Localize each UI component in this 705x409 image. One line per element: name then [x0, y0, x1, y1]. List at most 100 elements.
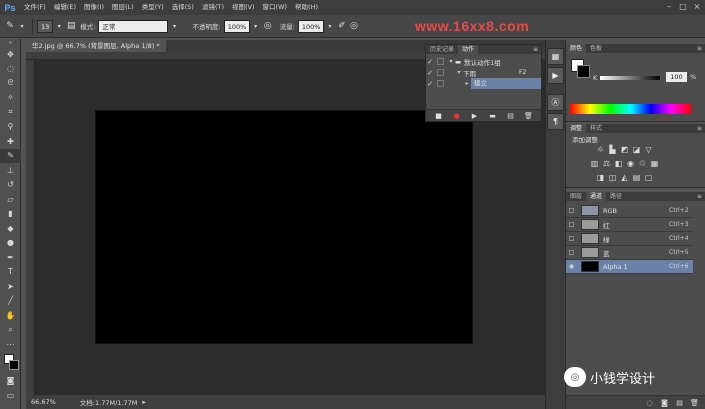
- brightness-icon[interactable]: ☼: [596, 145, 605, 154]
- channel-row-rgb[interactable]: □ RGB Ctrl+2: [566, 204, 693, 218]
- brush-tool-icon[interactable]: ✎: [4, 20, 16, 32]
- quick-select-tool-icon[interactable]: ✧: [0, 91, 21, 106]
- dropdown-arrow-icon[interactable]: ▾: [324, 20, 336, 32]
- eye-icon[interactable]: ◉: [566, 263, 577, 270]
- black-white-icon[interactable]: ◧: [614, 159, 623, 168]
- document-tab[interactable]: 华2.jpg @ 66.7% (背景图层, Alpha 1/8) *: [26, 40, 166, 52]
- collapse-icon[interactable]: »: [0, 39, 21, 47]
- move-tool-icon[interactable]: ✥: [0, 47, 21, 62]
- brush-panel-icon[interactable]: ▤: [65, 20, 77, 32]
- screen-mode-icon[interactable]: ▭: [0, 388, 21, 403]
- expand-icon[interactable]: ▾: [455, 69, 463, 76]
- save-selection-icon[interactable]: ◙: [660, 398, 669, 407]
- close-icon[interactable]: ×: [693, 2, 701, 11]
- eyedropper-tool-icon[interactable]: ⚲: [0, 120, 21, 135]
- trash-icon[interactable]: 🗑: [524, 111, 533, 120]
- stop-icon[interactable]: ■: [434, 111, 443, 120]
- panel-menu-icon[interactable]: ≡: [697, 44, 702, 53]
- tab-styles[interactable]: 样式: [586, 124, 606, 133]
- dropdown-arrow-icon[interactable]: ▾: [168, 20, 180, 32]
- menu-window[interactable]: 窗口(W): [259, 0, 292, 15]
- threshold-icon[interactable]: ◭: [620, 173, 629, 182]
- trash-icon[interactable]: 🗑: [690, 398, 699, 407]
- dialog-toggle[interactable]: [437, 69, 444, 76]
- channel-row-alpha[interactable]: ◉ Alpha 1 Ctrl+6: [566, 260, 693, 274]
- channel-row-blue[interactable]: □ 蓝 Ctrl+5: [566, 246, 693, 260]
- tab-paths[interactable]: 路径: [606, 192, 626, 201]
- marquee-tool-icon[interactable]: ◌: [0, 62, 21, 77]
- action-set-row[interactable]: ✓ ▾ ▬ 默认动作1组: [426, 56, 541, 67]
- tab-history[interactable]: 历史记录: [426, 45, 458, 54]
- play-icon[interactable]: ▶: [470, 111, 479, 120]
- curves-icon[interactable]: ◩: [620, 145, 629, 154]
- eraser-tool-icon[interactable]: ▱: [0, 192, 21, 207]
- k-value-input[interactable]: 100: [666, 72, 687, 82]
- dodge-tool-icon[interactable]: ●: [0, 236, 21, 251]
- menu-edit[interactable]: 编辑(E): [50, 0, 80, 15]
- opacity-input[interactable]: 100%: [223, 19, 250, 33]
- load-selection-icon[interactable]: ◌: [645, 398, 654, 407]
- checkmark-icon[interactable]: ✓: [426, 69, 434, 77]
- checkmark-icon[interactable]: ✓: [426, 80, 434, 88]
- invert-icon[interactable]: ◨: [596, 173, 605, 182]
- panel-menu-icon[interactable]: ≡: [697, 192, 702, 201]
- lasso-tool-icon[interactable]: ᘓ: [0, 76, 21, 91]
- gradient-map-icon[interactable]: ▤: [632, 173, 641, 182]
- status-menu-arrow-icon[interactable]: ▸: [142, 398, 145, 406]
- color-spectrum[interactable]: [570, 104, 691, 114]
- actions-panel-icon[interactable]: ▶: [547, 67, 564, 84]
- action-row[interactable]: ✓ ▾ 下雨 F2: [426, 67, 541, 78]
- vibrance-icon[interactable]: ▽: [644, 145, 653, 154]
- crop-tool-icon[interactable]: ⌗: [0, 105, 21, 120]
- visibility-toggle[interactable]: □: [566, 207, 577, 214]
- posterize-icon[interactable]: ◫: [608, 173, 617, 182]
- visibility-toggle[interactable]: □: [566, 235, 577, 242]
- shape-tool-icon[interactable]: ╱: [0, 294, 21, 309]
- flow-input[interactable]: 100%: [297, 19, 324, 33]
- photo-filter-icon[interactable]: ◉: [626, 159, 635, 168]
- menu-layer[interactable]: 图层(L): [108, 0, 138, 15]
- healing-tool-icon[interactable]: ✚: [0, 134, 21, 149]
- levels-icon[interactable]: ▙: [608, 145, 617, 154]
- tab-color[interactable]: 颜色: [566, 44, 587, 53]
- pressure-size-icon[interactable]: ◎: [348, 20, 360, 32]
- hue-saturation-icon[interactable]: ▥: [590, 159, 599, 168]
- edit-toolbar-icon[interactable]: ⋯: [0, 337, 21, 352]
- document-canvas[interactable]: [96, 111, 472, 343]
- new-set-icon[interactable]: ▬: [488, 111, 497, 120]
- pressure-opacity-icon[interactable]: ◎: [262, 20, 274, 32]
- zoom-level[interactable]: 66.67%: [26, 398, 61, 406]
- hand-tool-icon[interactable]: ✋: [0, 308, 21, 323]
- airbrush-icon[interactable]: ✐: [336, 20, 348, 32]
- menu-view[interactable]: 视图(V): [228, 0, 259, 15]
- selective-color-icon[interactable]: ▢: [644, 173, 653, 182]
- tab-actions[interactable]: 动作: [458, 45, 479, 54]
- channel-row-green[interactable]: □ 绿 Ctrl+4: [566, 232, 693, 246]
- tab-swatches[interactable]: 色板: [586, 44, 606, 53]
- new-channel-icon[interactable]: ▤: [675, 398, 684, 407]
- minimize-icon[interactable]: –: [665, 2, 673, 11]
- tab-layers[interactable]: 图层: [566, 192, 586, 201]
- menu-select[interactable]: 选择(S): [168, 0, 198, 15]
- background-color-swatch[interactable]: [577, 65, 590, 78]
- path-select-tool-icon[interactable]: ➤: [0, 279, 21, 294]
- brush-tool-icon[interactable]: ✎: [0, 148, 21, 163]
- panel-menu-icon[interactable]: ≡: [533, 45, 538, 54]
- maximize-icon[interactable]: □: [679, 2, 687, 11]
- menu-help[interactable]: 帮助(H): [291, 0, 322, 15]
- menu-type[interactable]: 类型(Y): [138, 0, 168, 15]
- pen-tool-icon[interactable]: ✒: [0, 250, 21, 265]
- zoom-tool-icon[interactable]: ⌕: [0, 323, 21, 338]
- new-action-icon[interactable]: ▤: [506, 111, 515, 120]
- menu-filter[interactable]: 滤镜(T): [198, 0, 228, 15]
- history-panel-icon[interactable]: ▦: [547, 48, 564, 65]
- quick-mask-icon[interactable]: ◙: [0, 374, 21, 389]
- stamp-tool-icon[interactable]: ⊥: [0, 163, 21, 178]
- color-lookup-icon[interactable]: ▦: [650, 159, 659, 168]
- tab-channels[interactable]: 通道: [586, 192, 607, 201]
- blur-tool-icon[interactable]: ◆: [0, 221, 21, 236]
- type-tool-icon[interactable]: T: [0, 265, 21, 280]
- panel-menu-icon[interactable]: ≡: [697, 124, 702, 133]
- expand-icon[interactable]: ▾: [447, 58, 455, 65]
- menu-file[interactable]: 文件(F): [20, 0, 50, 15]
